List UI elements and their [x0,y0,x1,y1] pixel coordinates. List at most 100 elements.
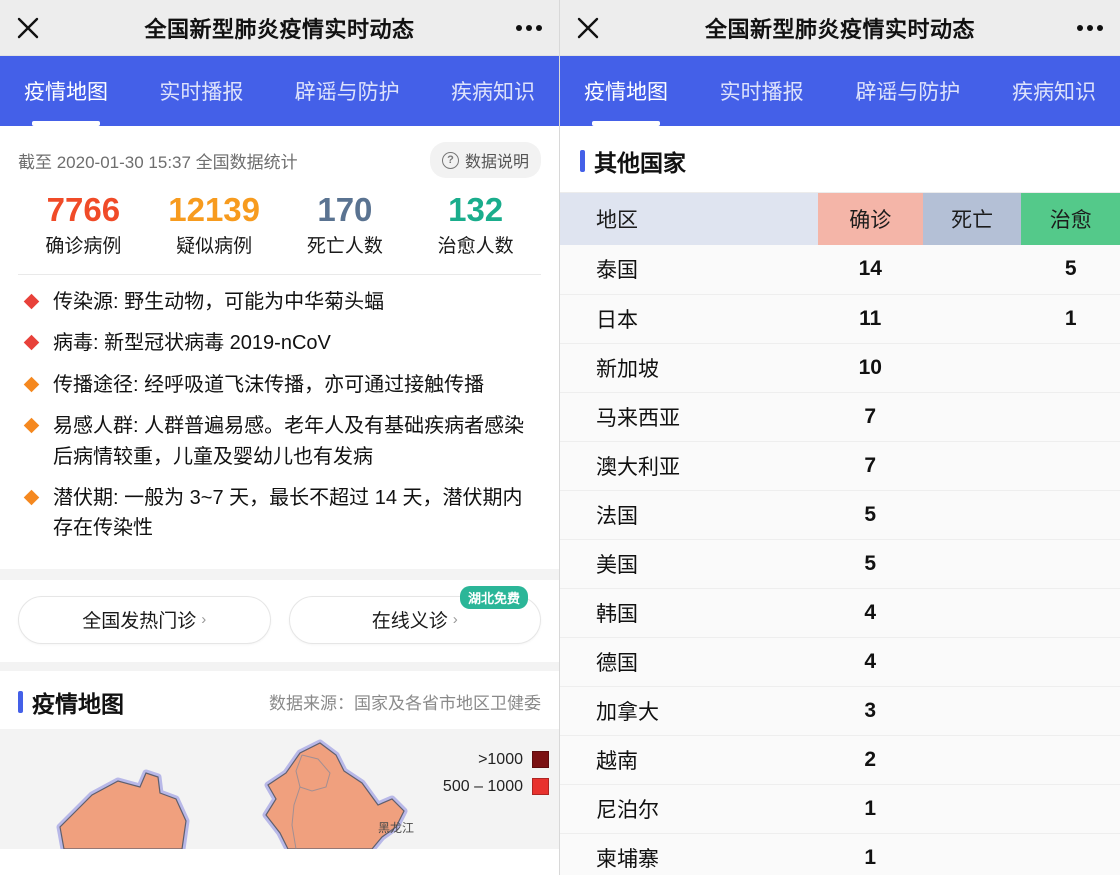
stat-suspected: 12139 疑似病例 [149,191,280,258]
stat-confirmed: 7766 确诊病例 [18,191,149,258]
cell-deaths [922,245,1022,295]
map-data-source: 数据来源：国家及各省市地区卫健委 [269,694,541,714]
table-row[interactable]: 美国 5 [560,539,1120,589]
cell-cured [1021,490,1120,540]
list-item: 传染源: 野生动物，可能为中华菊头蝠 [18,287,541,317]
more-dots-icon[interactable] [499,0,559,56]
list-item: 易感人群: 人群普遍易感。老年人及有基础疾病者感染后病情较重，儿童及婴幼儿也有发… [18,411,541,472]
right-panel: 全国新型肺炎疫情实时动态 疫情地图 实时播报 辟谣与防护 疾病知识 其他国家 地… [560,0,1120,875]
cell-region: 泰国 [560,245,818,295]
cell-deaths [922,735,1022,785]
statistics-row: 7766 确诊病例 12139 疑似病例 170 死亡人数 132 治愈人数 [18,191,541,258]
table-row[interactable]: 泰国 14 5 [560,245,1120,295]
fact-text: 易感人群: 人群普遍易感。老年人及有基础疾病者感染后病情较重，儿童及婴幼儿也有发… [53,415,525,468]
question-circle-icon: ? [441,151,459,169]
column-header-cured[interactable]: 治愈 [1021,193,1120,245]
cell-cured: 5 [1021,245,1120,295]
tab-epidemic-map[interactable]: 疫情地图 [574,56,678,126]
cell-region: 日本 [560,294,818,344]
stat-deaths-label: 死亡人数 [306,235,383,257]
tab-live-report[interactable]: 实时播报 [149,56,253,126]
tab-disease-knowledge[interactable]: 疾病知识 [441,56,545,126]
tabbar-right: 疫情地图 实时播报 辟谣与防护 疾病知识 [560,56,1120,126]
fact-text: 传染源: 野生动物，可能为中华菊头蝠 [53,290,385,313]
tab-rumors-protection[interactable]: 辟谣与防护 [845,56,970,126]
cell-deaths [922,294,1022,344]
cell-deaths [922,441,1022,491]
cell-deaths [922,833,1022,875]
stat-suspected-value: 12139 [168,191,260,228]
column-header-deaths[interactable]: 死亡 [922,193,1022,245]
other-countries-header: 其他国家 [560,126,1120,192]
china-epidemic-map[interactable]: 黑龙江 >1000 500 – 1000 [0,728,559,849]
table-row[interactable]: 德国 4 [560,637,1120,687]
table-row[interactable]: 加拿大 3 [560,686,1120,736]
map-section-header: 疫情地图 数据来源：国家及各省市地区卫健委 [0,670,559,729]
tab-disease-knowledge[interactable]: 疾病知识 [1002,56,1106,126]
legend-label: >1000 [478,750,523,768]
statistics-card: 截至 2020-01-30 15:37 全国数据统计 ? 数据说明 7766 确… [0,126,559,262]
cell-deaths [922,343,1022,393]
cell-cured [1021,686,1120,736]
table-row[interactable]: 法国 5 [560,490,1120,540]
section-accent-bar [18,690,23,713]
table-row[interactable]: 越南 2 [560,735,1120,785]
cell-deaths [922,490,1022,540]
stat-cured-label: 治愈人数 [437,235,514,257]
hubei-free-badge: 湖北免费 [459,585,528,609]
cell-cured [1021,539,1120,589]
cell-deaths [922,539,1022,589]
cell-confirmed: 5 [817,539,923,589]
column-header-region[interactable]: 地区 [560,193,818,245]
cell-cured [1021,392,1120,442]
section-accent-bar [580,150,585,172]
table-row[interactable]: 澳大利亚 7 [560,441,1120,491]
cell-confirmed: 4 [817,588,923,638]
fact-text: 潜伏期: 一般为 3~7 天，最长不超过 14 天，潜伏期内存在传染性 [53,486,523,540]
cell-region: 美国 [560,539,818,589]
cell-region: 加拿大 [560,686,818,736]
as-of-timestamp: 截至 2020-01-30 15:37 全国数据统计 [18,152,298,172]
other-countries-title: 其他国家 [594,150,686,176]
tab-epidemic-map[interactable]: 疫情地图 [14,56,118,126]
close-icon[interactable] [0,0,56,56]
diamond-bullet-icon [23,376,40,393]
table-row[interactable]: 柬埔寨 1 [560,833,1120,875]
table-row[interactable]: 韩国 4 [560,588,1120,638]
data-note-button[interactable]: ? 数据说明 [429,142,541,178]
column-header-confirmed[interactable]: 确诊 [817,193,923,245]
page-title: 全国新型肺炎疫情实时动态 [144,16,415,42]
stat-deaths: 170 死亡人数 [280,191,411,258]
cell-cured [1021,441,1120,491]
online-consult-button[interactable]: 湖北免费 在线义诊 › [288,585,541,644]
legend-swatch [532,778,549,796]
cell-cured: 1 [1021,294,1120,344]
online-consult-label: 在线义诊 [371,611,448,633]
other-countries-table-wrap[interactable]: 地区 确诊 死亡 治愈 泰国 14 5 日本 11 1 新加坡 10 马来西亚 7 澳大利亚… [560,192,1120,875]
tab-rumors-protection[interactable]: 辟谣与防护 [285,56,410,126]
table-row[interactable]: 马来西亚 7 [560,392,1120,442]
cell-confirmed: 14 [817,245,923,295]
cell-confirmed: 3 [817,686,923,736]
cell-region: 尼泊尔 [560,784,818,834]
cell-confirmed: 5 [817,490,923,540]
table-row[interactable]: 尼泊尔 1 [560,784,1120,834]
chevron-right-icon: › [452,611,458,629]
cell-region: 越南 [560,735,818,785]
page-title: 全国新型肺炎疫情实时动态 [704,16,975,42]
fever-clinics-button[interactable]: 全国发热门诊 › [18,595,271,644]
close-icon[interactable] [560,0,616,56]
table-row[interactable]: 日本 11 1 [560,294,1120,344]
cell-confirmed: 2 [817,735,923,785]
legend-item: >1000 [443,751,549,769]
more-dots-icon[interactable] [1060,0,1120,56]
left-panel: 全国新型肺炎疫情实时动态 疫情地图 实时播报 辟谣与防护 疾病知识 截至 202… [0,0,560,875]
tab-live-report[interactable]: 实时播报 [710,56,814,126]
cell-region: 法国 [560,490,818,540]
table-row[interactable]: 新加坡 10 [560,343,1120,393]
cell-deaths [922,784,1022,834]
list-item: 病毒: 新型冠状病毒 2019-nCoV [18,328,541,358]
cell-confirmed: 4 [817,637,923,687]
stat-suspected-label: 疑似病例 [176,235,253,257]
cell-deaths [922,686,1022,736]
